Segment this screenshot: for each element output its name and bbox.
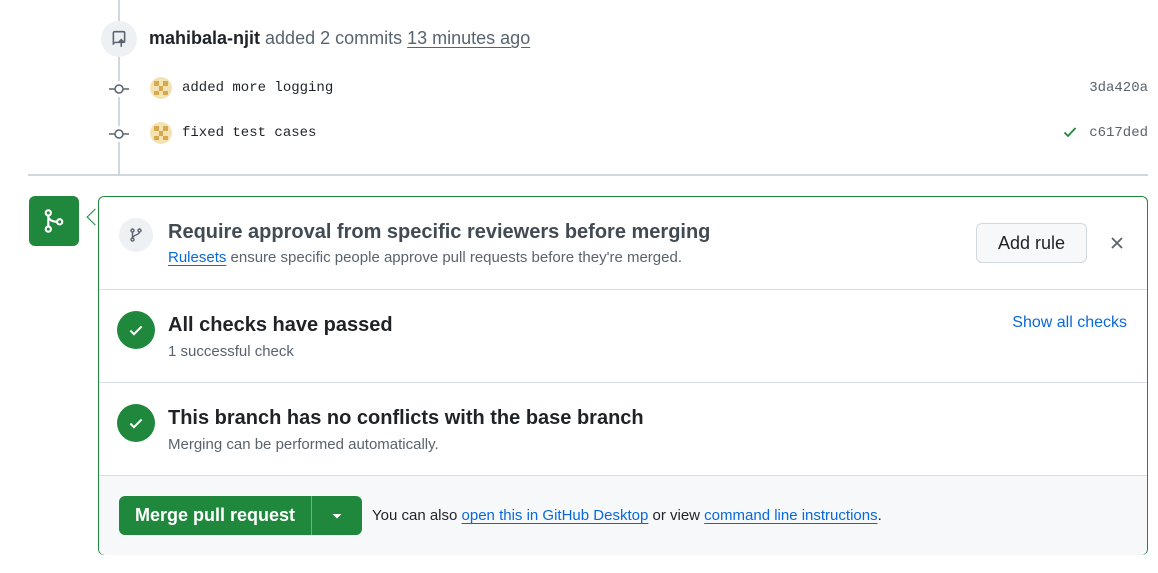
merge-box: Require approval from specific reviewers… [98,196,1148,555]
close-icon[interactable] [1107,233,1127,253]
conflicts-section: This branch has no conflicts with the ba… [99,383,1147,476]
timestamp-link[interactable]: 13 minutes ago [407,28,530,48]
avatar[interactable] [150,77,172,99]
add-rule-button[interactable]: Add rule [976,223,1087,263]
triangle-down-icon [332,513,342,518]
merge-note: You can also open this in GitHub Desktop… [372,507,882,524]
show-all-checks-link[interactable]: Show all checks [1012,314,1127,332]
ruleset-description: Rulesets ensure specific people approve … [168,249,682,266]
commit-message-link[interactable]: fixed test cases [182,125,316,141]
push-verb: added 2 commits [265,28,403,48]
git-commit-icon [109,81,129,97]
check-circle-icon [117,311,155,349]
commit-row: fixed test cases c617ded [0,122,1158,146]
merge-note-suffix: . [877,507,882,524]
ruleset-section: Require approval from specific reviewers… [99,197,1147,290]
author-link[interactable]: mahibala-njit [149,28,260,48]
merge-pull-request-button[interactable]: Merge pull request [119,496,311,535]
merge-note-middle: or view [648,507,705,524]
merge-options-dropdown[interactable] [311,496,362,535]
check-circle-icon [117,404,155,442]
merge-button-group: Merge pull request [119,496,362,535]
commit-message-link[interactable]: added more logging [182,80,333,96]
checks-title: All checks have passed [168,314,393,336]
conflicts-subtitle: Merging can be performed automatically. [168,436,439,453]
commit-sha-link[interactable]: 3da420a [1089,80,1148,96]
merge-section: Merge pull request You can also open thi… [99,476,1147,555]
rulesets-link[interactable]: Rulesets [168,249,226,266]
merge-note-prefix: You can also [372,507,462,524]
git-merge-icon [29,196,79,246]
ruleset-title: Require approval from specific reviewers… [168,221,711,243]
checks-subtitle: 1 successful check [168,343,294,360]
push-event: mahibala-njit added 2 commits 13 minutes… [149,26,530,50]
avatar[interactable] [150,122,172,144]
git-branch-icon [119,218,153,252]
repo-push-icon [101,21,137,57]
commit-row: added more logging 3da420a [0,77,1158,101]
git-commit-icon [109,126,129,142]
command-line-instructions-link[interactable]: command line instructions [704,507,877,524]
ruleset-description-text: ensure specific people approve pull requ… [226,249,682,266]
timeline-divider [28,174,1148,176]
github-desktop-link[interactable]: open this in GitHub Desktop [462,507,649,524]
commit-sha-link[interactable]: c617ded [1089,125,1148,141]
check-status-icon[interactable] [1062,124,1078,145]
conflicts-title: This branch has no conflicts with the ba… [168,407,644,429]
checks-section: All checks have passed 1 successful chec… [99,290,1147,383]
